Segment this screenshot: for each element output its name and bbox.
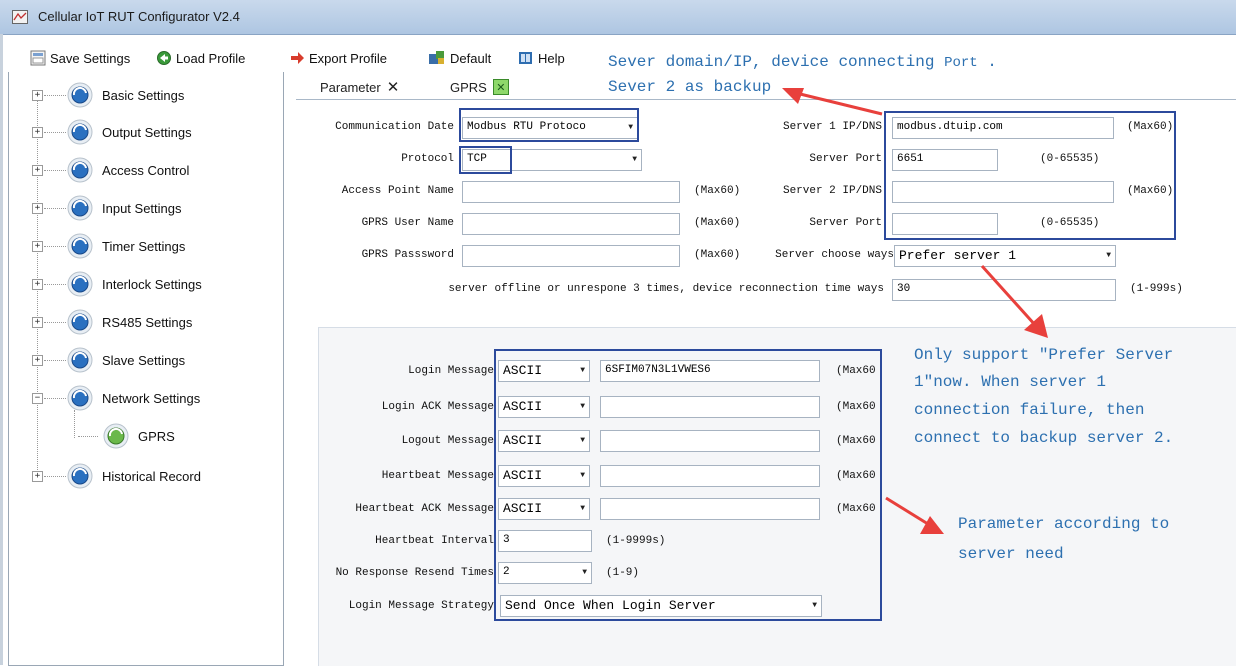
arrow-to-note [980,264,1038,328]
arrow-to-backup [795,91,883,116]
arrow-to-parameter [885,496,929,526]
annotation-arrows [782,88,1048,534]
arrow-head-parameter [920,516,944,534]
arrow-head-backup [782,88,804,104]
